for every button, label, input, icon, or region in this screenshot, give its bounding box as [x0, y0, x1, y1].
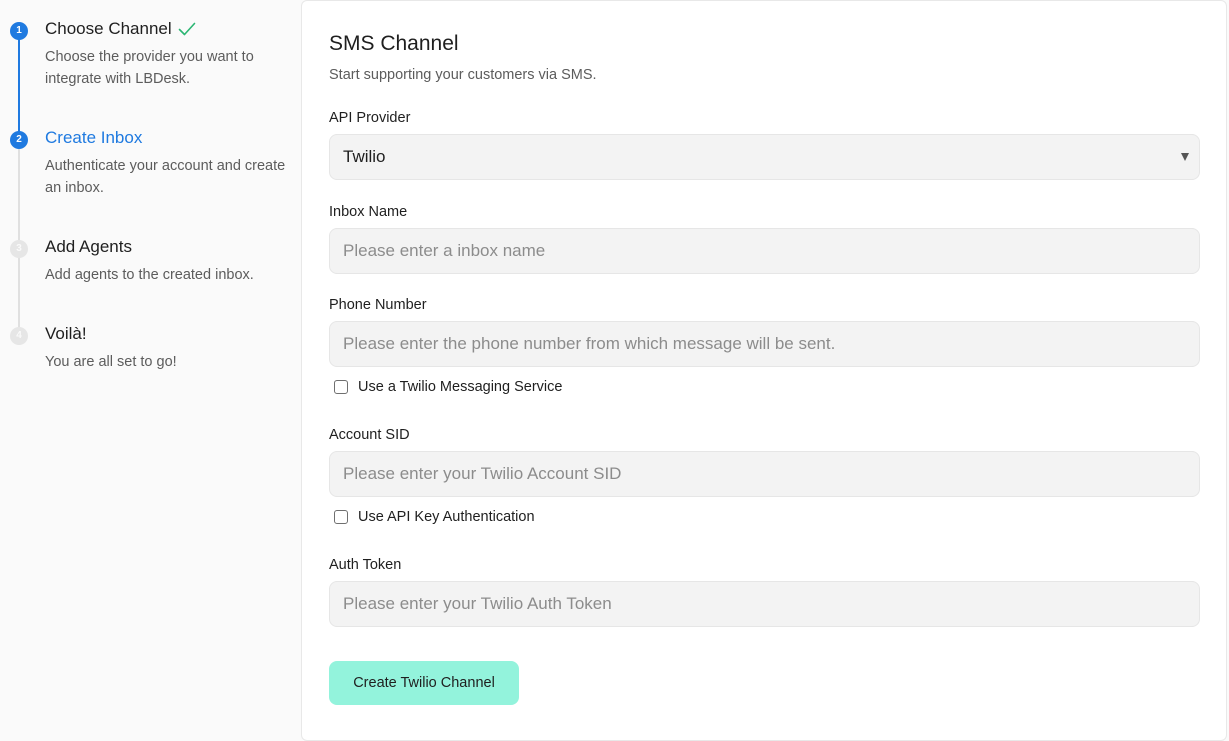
create-channel-button[interactable]: Create Twilio Channel — [329, 661, 519, 705]
api-key-auth-option[interactable]: Use API Key Authentication — [334, 509, 535, 525]
step-number-badge: 2 — [10, 131, 28, 149]
sms-channel-form: SMS Channel Start supporting your custom… — [301, 0, 1227, 741]
check-icon — [178, 22, 195, 35]
step-connector-1 — [18, 39, 20, 139]
api-provider-value: Twilio — [343, 147, 386, 166]
phone-number-input[interactable] — [329, 321, 1200, 367]
step-description: Add agents to the created inbox. — [45, 267, 254, 283]
messaging-service-option[interactable]: Use a Twilio Messaging Service — [334, 379, 562, 395]
page-title: SMS Channel — [329, 32, 459, 55]
api-provider-label: API Provider — [329, 110, 411, 126]
step-title: Voilà! — [45, 324, 87, 343]
api-key-auth-label: Use API Key Authentication — [358, 509, 535, 525]
auth-token-label: Auth Token — [329, 557, 402, 573]
api-key-auth-checkbox[interactable] — [334, 510, 348, 524]
page-subtitle: Start supporting your customers via SMS. — [329, 67, 597, 83]
messaging-service-label: Use a Twilio Messaging Service — [358, 379, 563, 395]
step-title-text: Choose Channel — [45, 19, 172, 38]
step-connector-2 — [18, 148, 20, 248]
api-provider-select[interactable]: Twilio — [329, 134, 1200, 180]
step-title: Add Agents — [45, 237, 132, 256]
step-description: You are all set to go! — [45, 354, 177, 370]
account-sid-label: Account SID — [329, 427, 410, 443]
inbox-name-label: Inbox Name — [329, 204, 408, 220]
messaging-service-checkbox[interactable] — [334, 380, 348, 394]
setup-stepper: 1 Choose Channel Choose the provider you… — [0, 0, 300, 741]
inbox-name-input[interactable] — [329, 228, 1200, 274]
step-number-badge: 1 — [10, 22, 28, 40]
step-connector-3 — [18, 257, 20, 335]
phone-number-label: Phone Number — [329, 297, 427, 313]
account-sid-input[interactable] — [329, 451, 1200, 497]
step-description: Choose the provider you want to integrat… — [45, 49, 254, 87]
auth-token-input[interactable] — [329, 581, 1200, 627]
step-description: Authenticate your account and create an … — [45, 158, 286, 196]
step-number-badge: 3 — [10, 240, 28, 258]
step-title: Create Inbox — [45, 128, 143, 147]
step-title: Choose Channel — [45, 19, 196, 39]
step-number-badge: 4 — [10, 327, 28, 345]
chevron-down-icon — [1181, 153, 1189, 161]
